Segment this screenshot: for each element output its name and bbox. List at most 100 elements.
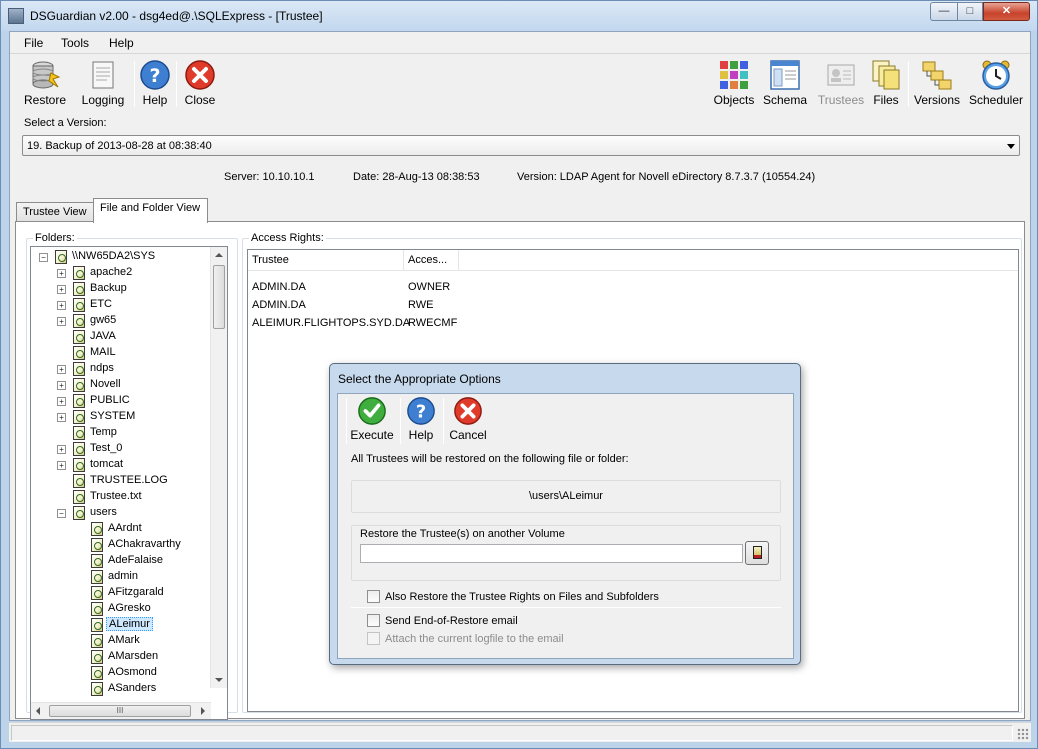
status-pane: [11, 725, 1013, 741]
tree-item-label: Novell: [90, 378, 121, 390]
cancel-button[interactable]: Cancel: [448, 396, 488, 444]
scheduler-label: Scheduler: [968, 93, 1024, 107]
list-row[interactable]: ADMIN.DA RWE: [248, 297, 1018, 315]
dialog-help-label: Help: [408, 428, 434, 442]
close-window-button[interactable]: ✕: [983, 2, 1030, 21]
folder-icon: [73, 362, 85, 376]
tree-item-label: TRUSTEE.LOG: [90, 474, 168, 486]
restore-options-dialog: Select the Appropriate Options Execute ?…: [329, 363, 801, 665]
files-button[interactable]: Files: [870, 59, 902, 109]
cell-trustee: ALEIMUR.FLIGHTOPS.SYD.DA: [252, 317, 411, 329]
scrollbar-thumb[interactable]: III: [49, 705, 191, 717]
menu-bar: File Tools Help: [10, 32, 1030, 54]
tree-item-label: Trustee.txt: [90, 490, 142, 502]
scroll-right-icon[interactable]: [201, 707, 205, 715]
expand-icon[interactable]: +: [57, 269, 66, 278]
app-window: DSGuardian v2.00 - dsg4ed@.\SQLExpress -…: [0, 0, 1038, 749]
expand-icon[interactable]: +: [57, 301, 66, 310]
files-icon: [872, 60, 900, 90]
files-label: Files: [873, 93, 899, 107]
tree-horizontal-scrollbar[interactable]: III: [31, 702, 211, 719]
app-icon[interactable]: [8, 8, 24, 24]
tree-item-label: MAIL: [90, 346, 116, 358]
expand-icon[interactable]: +: [57, 397, 66, 406]
tree-item-label: \\NW65DA2\SYS: [72, 250, 156, 262]
column-access[interactable]: Acces...: [404, 250, 459, 270]
folder-icon: [91, 538, 103, 552]
objects-button[interactable]: Objects: [712, 59, 756, 109]
logging-button[interactable]: Logging: [80, 59, 126, 109]
svg-text:?: ?: [416, 402, 426, 423]
expand-icon[interactable]: +: [57, 445, 66, 454]
execute-label: Execute: [350, 428, 394, 442]
scroll-down-icon[interactable]: [215, 678, 223, 682]
folder-tree[interactable]: − \\NW65DA2\SYS + apache2 + Backup + ETC + gw65 JA…: [30, 246, 228, 720]
close-button[interactable]: Close: [180, 59, 220, 109]
expand-icon[interactable]: +: [57, 381, 66, 390]
dialog-help-button[interactable]: ? Help: [404, 396, 438, 444]
help-button[interactable]: ? Help: [138, 59, 172, 109]
tree-vertical-scrollbar[interactable]: [210, 247, 227, 688]
scheduler-button[interactable]: Scheduler: [968, 59, 1024, 109]
tree-item-label: tomcat: [90, 458, 124, 470]
collapse-icon[interactable]: −: [39, 253, 48, 262]
minimize-button[interactable]: —: [930, 2, 957, 21]
svg-text:?: ?: [149, 65, 160, 87]
volume-input[interactable]: [360, 544, 743, 563]
logging-label: Logging: [81, 93, 125, 107]
divider: [351, 607, 781, 608]
checkmark-icon: [358, 397, 386, 425]
alarm-clock-icon: [982, 60, 1010, 90]
tree-item-label: gw65: [90, 314, 117, 326]
send-email-checkbox[interactable]: [367, 614, 380, 627]
volume-group: Restore the Trustee(s) on another Volume: [351, 525, 781, 581]
title-bar[interactable]: DSGuardian v2.00 - dsg4ed@.\SQLExpress -…: [1, 1, 1037, 31]
tree-item-label: ASanders: [108, 682, 157, 694]
list-row[interactable]: ADMIN.DA OWNER: [248, 279, 1018, 297]
restore-button[interactable]: Restore: [22, 59, 68, 109]
scroll-up-icon[interactable]: [215, 253, 223, 257]
scrollbar-thumb[interactable]: [213, 265, 225, 329]
expand-icon[interactable]: +: [57, 461, 66, 470]
menu-file[interactable]: File: [24, 36, 43, 50]
collapse-icon[interactable]: −: [57, 509, 66, 518]
expand-icon[interactable]: +: [57, 317, 66, 326]
menu-tools[interactable]: Tools: [61, 36, 89, 50]
tree-item-label: AFitzgarald: [108, 586, 164, 598]
also-restore-checkbox[interactable]: [367, 590, 380, 603]
tree-item-label: Backup: [90, 282, 127, 294]
tab-trustee-view[interactable]: Trustee View: [16, 202, 94, 222]
folder-icon: [73, 426, 85, 440]
resize-grip-icon[interactable]: [1017, 728, 1029, 740]
folder-icon: [73, 314, 85, 328]
tree-item-label: AMarsden: [108, 650, 159, 662]
tree-item-label: Test_0: [90, 442, 123, 454]
versions-button[interactable]: Versions: [913, 59, 961, 109]
scroll-left-icon[interactable]: [36, 707, 40, 715]
trustees-card-icon: [827, 64, 855, 86]
expand-icon[interactable]: +: [57, 285, 66, 294]
tree-item-label: apache2: [90, 266, 133, 278]
maximize-button[interactable]: □: [957, 2, 983, 21]
close-label: Close: [184, 93, 216, 107]
column-trustee[interactable]: Trustee: [248, 250, 404, 270]
list-header: Trustee Acces...: [248, 250, 1018, 271]
expand-icon[interactable]: +: [57, 413, 66, 422]
toolbar-separator: [400, 398, 401, 444]
browse-volume-button[interactable]: [745, 541, 769, 565]
folders-title: Folders:: [33, 232, 77, 244]
objects-label: Objects: [713, 93, 755, 107]
restore-label: Restore: [23, 93, 67, 107]
expand-icon[interactable]: +: [57, 365, 66, 374]
help-icon: ?: [407, 397, 435, 425]
server-info: Server: 10.10.10.1: [224, 171, 315, 183]
menu-help[interactable]: Help: [109, 36, 134, 50]
version-dropdown[interactable]: 19. Backup of 2013-08-28 at 08:38:40: [22, 135, 1020, 156]
tree-item-label: admin: [108, 570, 138, 582]
status-bar: [9, 722, 1031, 742]
tab-file-and-folder-view[interactable]: File and Folder View: [93, 198, 208, 223]
list-row[interactable]: ALEIMUR.FLIGHTOPS.SYD.DA RWECMF: [248, 315, 1018, 333]
schema-button[interactable]: Schema: [762, 59, 808, 109]
execute-button[interactable]: Execute: [350, 396, 394, 444]
tree-item-label: ETC: [90, 298, 112, 310]
